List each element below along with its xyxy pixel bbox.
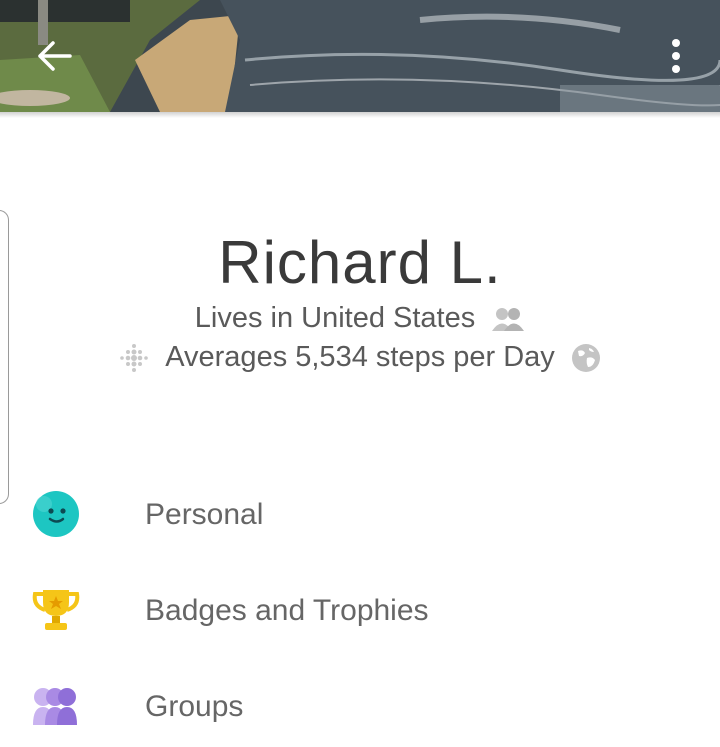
steps-line: Averages 5,534 steps per Day	[0, 341, 720, 374]
menu-item-badges[interactable]: Badges and Trophies	[0, 570, 720, 650]
fitbit-dots-icon	[119, 343, 149, 373]
location-text: Lives in United States	[194, 302, 476, 334]
friends-icon[interactable]	[491, 306, 525, 332]
groups-icon	[30, 682, 82, 730]
arrow-left-icon	[38, 41, 72, 71]
smiley-face-icon	[30, 490, 82, 538]
cover-photo	[0, 0, 720, 112]
menu-item-label: Groups	[145, 690, 244, 723]
menu-item-personal[interactable]: Personal	[0, 474, 720, 554]
menu-item-label: Badges and Trophies	[145, 594, 429, 627]
header-shadow	[0, 112, 720, 118]
menu-item-label: Personal	[145, 498, 264, 531]
cover-image	[0, 0, 720, 112]
more-vertical-icon	[672, 39, 680, 73]
trophy-icon	[30, 586, 82, 634]
back-button[interactable]	[26, 30, 82, 82]
steps-text: Averages 5,534 steps per Day	[165, 341, 555, 373]
menu-item-groups[interactable]: Groups	[0, 666, 720, 746]
globe-icon[interactable]	[571, 343, 601, 373]
more-options-button[interactable]	[652, 30, 700, 82]
profile-name: Richard L.	[218, 229, 502, 296]
location-line: Lives in United States	[0, 302, 720, 335]
